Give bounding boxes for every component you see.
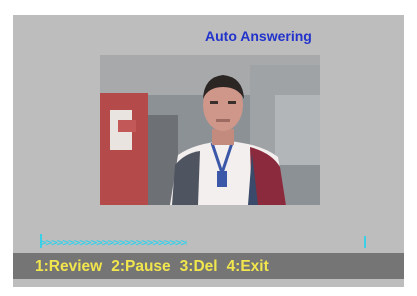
monitor-screen: Auto Answering >>>>>>>>>>>>>>>>>>>>>>>>>…	[0, 0, 417, 296]
playback-progress: >>>>>>>>>>>>>>>>>>>>>>>>>>>>>>>>	[36, 234, 370, 250]
menu-item-exit[interactable]: 4:Exit	[227, 258, 269, 276]
progress-fill: >>>>>>>>>>>>>>>>>>>>>>>>>>>>>>>>	[40, 236, 187, 249]
progress-end-marker	[364, 236, 366, 248]
menu-item-review[interactable]: 1:Review	[35, 258, 102, 276]
screen-title: Auto Answering	[205, 28, 312, 44]
caller-photo	[100, 55, 320, 205]
menu-item-pause[interactable]: 2:Pause	[111, 258, 170, 276]
menu-options: 1:Review 2:Pause 3:Del 4:Exit	[35, 256, 269, 278]
menu-item-del[interactable]: 3:Del	[180, 258, 218, 276]
